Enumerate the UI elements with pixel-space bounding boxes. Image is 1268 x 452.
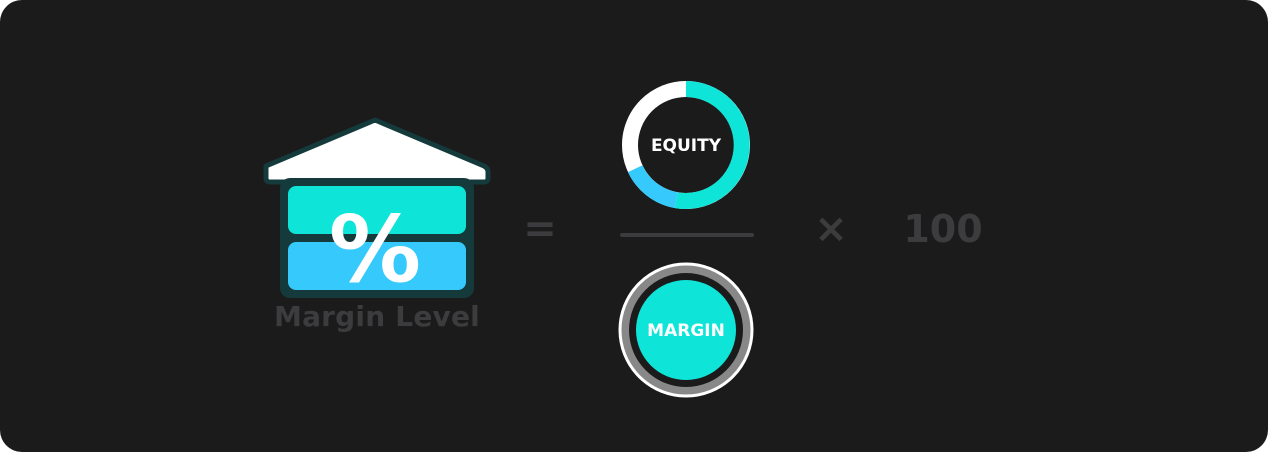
percent-symbol: % bbox=[329, 196, 421, 302]
margin-label: MARGIN bbox=[647, 321, 725, 341]
margin-level-label: Margin Level bbox=[274, 300, 480, 333]
multiplier-value: 100 bbox=[903, 207, 983, 251]
equals-sign: = bbox=[523, 206, 557, 252]
filled-circle-icon: MARGIN bbox=[618, 262, 754, 398]
equity-label: EQUITY bbox=[651, 136, 722, 156]
formula-card: % Margin Level = EQUITY MARGIN × 100 bbox=[0, 0, 1268, 452]
house-percent-icon: % bbox=[263, 117, 491, 302]
fraction-bar bbox=[620, 233, 754, 237]
donut-ring-icon: EQUITY bbox=[622, 81, 750, 209]
times-sign: × bbox=[814, 206, 848, 252]
